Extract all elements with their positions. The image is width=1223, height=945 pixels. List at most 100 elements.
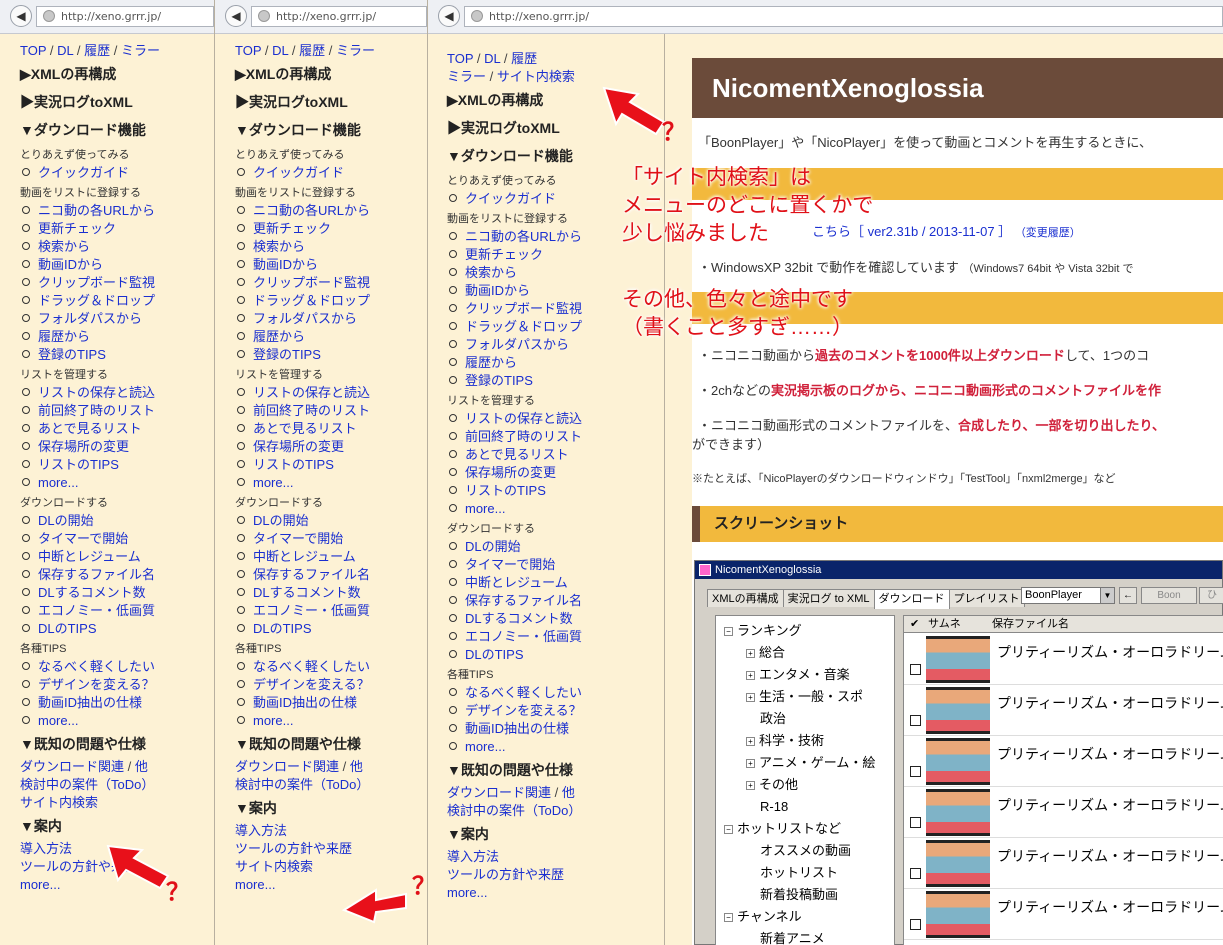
menu-item[interactable]: ドラッグ＆ドロップ (235, 292, 427, 310)
menu-item[interactable]: クリップボード監視 (447, 300, 647, 318)
menu-item[interactable]: ニコ動の各URLから (447, 228, 647, 246)
table-row[interactable]: プリティーリズム・オーロラドリーム (904, 787, 1223, 838)
nav-mirror[interactable]: ミラー (336, 43, 375, 58)
menu-download[interactable]: ▼ダウンロード機能 (20, 116, 214, 144)
menu-item[interactable]: リストの保存と読込 (20, 384, 214, 402)
menu-item[interactable]: 中断とレジューム (235, 548, 427, 566)
menu-item[interactable]: タイマーで開始 (447, 556, 647, 574)
changelog-link[interactable]: （変更履歴） (1015, 227, 1081, 239)
tab-xml[interactable]: XMLの再構成 (707, 589, 784, 607)
menu-item[interactable]: クイックガイド (20, 164, 214, 182)
menu-item[interactable]: フォルダパスから (235, 310, 427, 328)
menu-item[interactable]: DLのTIPS (20, 620, 214, 638)
menu-guide[interactable]: ▼案内 (20, 812, 214, 840)
menu-item[interactable]: 保存するファイル名 (20, 566, 214, 584)
menu-item[interactable]: 保存場所の変更 (235, 438, 427, 456)
menu-item[interactable]: 保存するファイル名 (447, 592, 647, 610)
expand-icon[interactable]: + (746, 671, 755, 680)
row-checkbox[interactable] (910, 766, 921, 777)
tree-node[interactable]: 新着投稿動画 (746, 884, 838, 906)
menu-item[interactable]: 保存場所の変更 (20, 438, 214, 456)
url-field[interactable]: http://xeno.grrr.jp/ (464, 6, 1223, 27)
back-button[interactable]: ◀ (10, 5, 32, 27)
menu-item[interactable]: あとで見るリスト (20, 420, 214, 438)
link-policy[interactable]: ツールの方針や来歴 (235, 840, 427, 858)
menu-item[interactable]: タイマーで開始 (235, 530, 427, 548)
tree-node[interactable]: ホットリスト (746, 862, 838, 884)
nav-dl[interactable]: DL (57, 43, 73, 58)
menu-item[interactable]: 保存するファイル名 (235, 566, 427, 584)
menu-item[interactable]: 更新チェック (20, 220, 214, 238)
menu-item[interactable]: DLの開始 (447, 538, 647, 556)
menu-item[interactable]: 登録のTIPS (447, 372, 647, 390)
menu-download[interactable]: ▼ダウンロード機能 (447, 142, 647, 170)
row-checkbox[interactable] (910, 664, 921, 675)
expand-icon[interactable]: + (746, 759, 755, 768)
menu-item[interactable]: 動画IDから (235, 256, 427, 274)
menu-item[interactable]: ニコ動の各URLから (235, 202, 427, 220)
more-button[interactable]: ひ (1199, 587, 1223, 604)
back-button[interactable]: ◀ (225, 5, 247, 27)
tab-playlist[interactable]: プレイリスト (948, 589, 1025, 607)
menu-item[interactable]: 中断とレジューム (20, 548, 214, 566)
collapse-icon[interactable]: − (724, 913, 733, 922)
link-other[interactable]: 他 (135, 759, 148, 774)
link-policy[interactable]: ツールの方針や来歴 (447, 866, 647, 884)
link-site-search[interactable]: サイト内検索 (235, 858, 427, 876)
menu-item[interactable]: 動画IDから (20, 256, 214, 274)
menu-item[interactable]: エコノミー・低画質 (235, 602, 427, 620)
menu-download[interactable]: ▼ダウンロード機能 (235, 116, 427, 144)
menu-item[interactable]: 中断とレジューム (447, 574, 647, 592)
menu-item[interactable]: more... (20, 712, 214, 730)
menu-item[interactable]: DLのTIPS (235, 620, 427, 638)
menu-xml[interactable]: ▶XMLの再構成 (20, 60, 214, 88)
menu-item[interactable]: なるべく軽くしたい (447, 684, 647, 702)
menu-known-issues[interactable]: ▼既知の問題や仕様 (235, 730, 427, 758)
menu-item[interactable]: 動画ID抽出の仕様 (447, 720, 647, 738)
tree-node[interactable]: + その他 (746, 774, 798, 796)
menu-item[interactable]: 動画ID抽出の仕様 (235, 694, 427, 712)
menu-item[interactable]: クリップボード監視 (235, 274, 427, 292)
tab-download[interactable]: ダウンロード (873, 589, 950, 609)
menu-item[interactable]: more... (447, 500, 647, 518)
url-field[interactable]: http://xeno.grrr.jp/ (36, 6, 214, 27)
nav-mirror[interactable]: ミラー (447, 69, 486, 84)
nav-top[interactable]: TOP (20, 43, 46, 58)
expand-icon[interactable]: + (746, 693, 755, 702)
menu-item[interactable]: フォルダパスから (447, 336, 647, 354)
menu-item[interactable]: 前回終了時のリスト (235, 402, 427, 420)
menu-item[interactable]: フォルダパスから (20, 310, 214, 328)
nav-history[interactable]: 履歴 (299, 43, 325, 58)
tab-jikkyo[interactable]: 実況ログ to XML (782, 589, 875, 607)
tree-node[interactable]: − ホットリストなど (724, 818, 841, 840)
back-button[interactable]: ◀ (438, 5, 460, 27)
table-row[interactable]: プリティーリズム・オーロラドリーム (904, 685, 1223, 736)
link-site-search[interactable]: サイト内検索 (20, 794, 214, 812)
menu-item[interactable]: デザインを変える？ (447, 702, 647, 720)
menu-known-issues[interactable]: ▼既知の問題や仕様 (20, 730, 214, 758)
expand-icon[interactable]: + (746, 737, 755, 746)
row-checkbox[interactable] (910, 868, 921, 879)
table-row[interactable]: プリティーリズム・オーロラドリーム (904, 634, 1223, 685)
boon-button[interactable]: Boon (1141, 587, 1197, 604)
table-row[interactable]: プリティーリズム・オーロラドリーム (904, 736, 1223, 787)
menu-item[interactable]: 履歴から (20, 328, 214, 346)
menu-item[interactable]: ドラッグ＆ドロップ (20, 292, 214, 310)
col-file[interactable]: 保存ファイル名 (992, 616, 1069, 633)
link-dl-related[interactable]: ダウンロード関連 (235, 759, 339, 774)
tree-node[interactable]: + 生活・一般・スポ (746, 686, 863, 708)
tree-node[interactable]: − チャンネル (724, 906, 802, 928)
expand-icon[interactable]: + (746, 781, 755, 790)
menu-item[interactable]: 前回終了時のリスト (447, 428, 647, 446)
menu-item[interactable]: 検索から (235, 238, 427, 256)
tree-node[interactable]: + 総合 (746, 642, 785, 664)
menu-item[interactable]: more... (447, 738, 647, 756)
menu-item[interactable]: DLの開始 (235, 512, 427, 530)
menu-item[interactable]: クイックガイド (447, 190, 647, 208)
link-more[interactable]: more... (447, 884, 647, 902)
expand-icon[interactable]: + (746, 649, 755, 658)
nav-top[interactable]: TOP (235, 43, 261, 58)
row-checkbox[interactable] (910, 919, 921, 930)
menu-item[interactable]: 履歴から (447, 354, 647, 372)
back-arrow-button[interactable]: ← (1119, 587, 1137, 604)
